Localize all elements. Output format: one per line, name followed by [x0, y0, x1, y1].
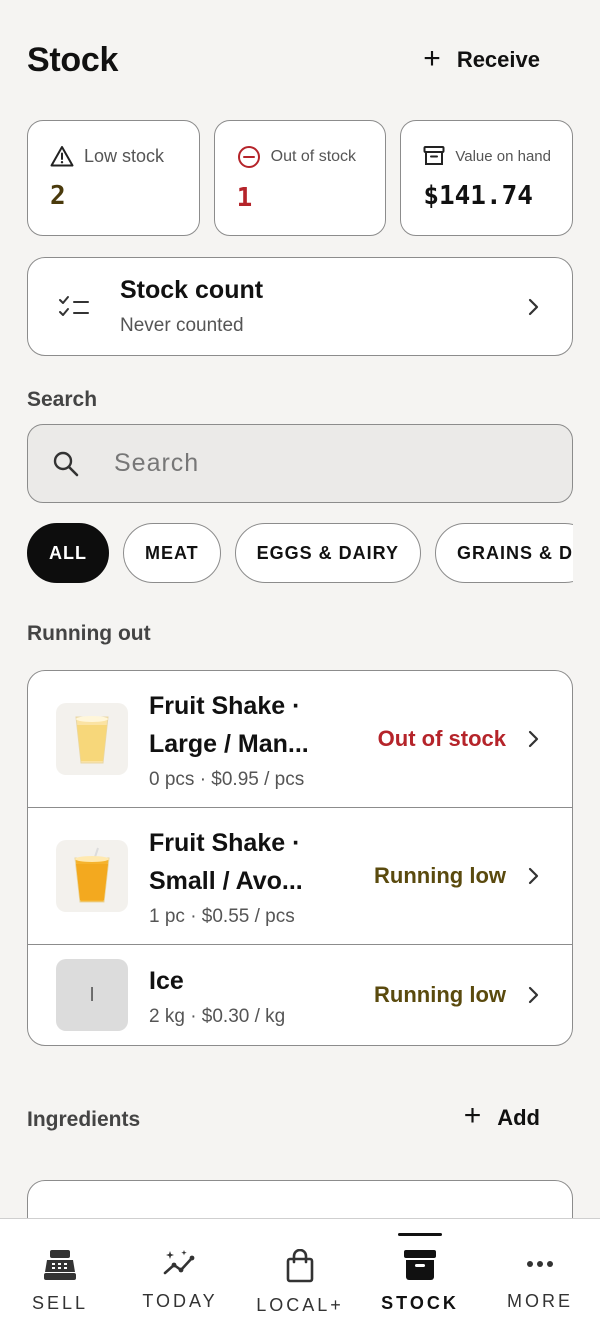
checklist-icon [59, 295, 89, 316]
nav-label: TODAY [142, 1291, 218, 1311]
running-out-label: Running out [27, 622, 151, 645]
add-label: Add [497, 1104, 540, 1130]
chip-all[interactable]: ALL [27, 523, 109, 583]
item-meta: 1 pc · $0.55 / pcs [149, 906, 295, 927]
add-ingredient-button[interactable]: + Add [463, 1099, 540, 1132]
status-badge: Out of stock [377, 726, 506, 751]
active-indicator [398, 1233, 442, 1236]
stock-page: Stock + Receive Low stock 2 Out of stock… [0, 0, 600, 1218]
value-on-hand-card[interactable]: Value on hand $141.74 [400, 120, 574, 236]
minus-circle-icon [237, 146, 260, 168]
archive-icon [404, 1250, 436, 1280]
sparkle-trend-icon [163, 1250, 195, 1275]
warning-icon [50, 146, 74, 167]
search-label: Search [27, 388, 98, 411]
bottom-nav: SELL TODAY LOCAL+ STOCK MORE [0, 1218, 600, 1333]
category-chips: ALL MEAT EGGS & DAIRY GRAINS & D [27, 523, 573, 583]
ingredients-label: Ingredients [27, 1108, 141, 1131]
value-on-hand-label: Value on hand [455, 147, 551, 165]
out-of-stock-label: Out of stock [270, 148, 357, 165]
register-icon [44, 1250, 76, 1280]
value-on-hand-value: $141.74 [423, 181, 533, 211]
nav-item-sell[interactable]: SELL [0, 1219, 120, 1333]
list-item[interactable]: Fruit Shake · Large / Man... 0 pcs · $0.9… [28, 671, 572, 808]
more-icon [527, 1261, 553, 1267]
list-item[interactable]: I Ice 2 kg · $0.30 / kg Running low [28, 945, 572, 1045]
receive-label: Receive [456, 47, 540, 72]
stock-count-title: Stock count [120, 276, 264, 304]
nav-label: STOCK [381, 1293, 459, 1313]
product-thumbnail [56, 840, 128, 912]
ingredients-list [27, 1180, 573, 1218]
stock-count-subtitle: Never counted [120, 315, 244, 336]
nav-item-local[interactable]: LOCAL+ [240, 1219, 360, 1333]
status-badge: Running low [374, 863, 506, 888]
chevron-right-icon [528, 986, 539, 1004]
nav-label: LOCAL+ [256, 1295, 344, 1315]
archive-icon [423, 146, 445, 165]
stock-count-card[interactable]: Stock count Never counted [27, 257, 573, 356]
item-name: Ice [149, 967, 184, 995]
status-badge: Running low [374, 982, 506, 1007]
page-title: Stock [27, 40, 119, 79]
chip-eggs-dairy[interactable]: EGGS & DAIRY [234, 523, 422, 583]
out-of-stock-card[interactable]: Out of stock 1 [213, 120, 387, 236]
plus-icon: + [423, 41, 441, 75]
low-stock-value: 2 [50, 181, 66, 211]
product-initial-thumbnail: I [56, 959, 128, 1031]
low-stock-card[interactable]: Low stock 2 [27, 120, 200, 236]
receive-button[interactable]: + Receive [423, 41, 540, 75]
chevron-right-icon [528, 867, 539, 885]
page-header: Stock + Receive [27, 38, 540, 82]
item-name: Fruit Shake · Small / Avo... [149, 829, 303, 895]
chevron-right-icon [528, 730, 539, 748]
stats-row: Low stock 2 Out of stock 1 Value on hand… [27, 120, 574, 236]
running-out-list: Fruit Shake · Large / Man... 0 pcs · $0.9… [27, 670, 573, 1046]
item-name: Fruit Shake · Large / Man... [149, 692, 309, 758]
out-of-stock-value: 1 [236, 183, 253, 213]
chip-grains[interactable]: GRAINS & D [435, 523, 573, 583]
chevron-right-icon [528, 298, 539, 315]
search-icon [53, 451, 79, 476]
low-stock-label: Low stock [84, 145, 165, 166]
nav-item-today[interactable]: TODAY [120, 1219, 240, 1333]
nav-label: SELL [31, 1293, 89, 1313]
chip-meat[interactable]: MEAT [123, 523, 221, 583]
nav-item-stock[interactable]: STOCK [360, 1219, 480, 1333]
bag-icon [286, 1249, 314, 1283]
item-meta: 0 pcs · $0.95 / pcs [149, 769, 305, 790]
nav-item-more[interactable]: MORE [480, 1219, 600, 1333]
plus-icon: + [463, 1099, 482, 1132]
nav-label: MORE [507, 1291, 573, 1311]
list-item[interactable]: Fruit Shake · Small / Avo... 1 pc · $0.55… [28, 808, 572, 945]
item-meta: 2 kg · $0.30 / kg [149, 1006, 286, 1027]
search-input[interactable] [114, 449, 514, 478]
product-thumbnail [56, 703, 128, 775]
search-box[interactable] [27, 424, 573, 503]
